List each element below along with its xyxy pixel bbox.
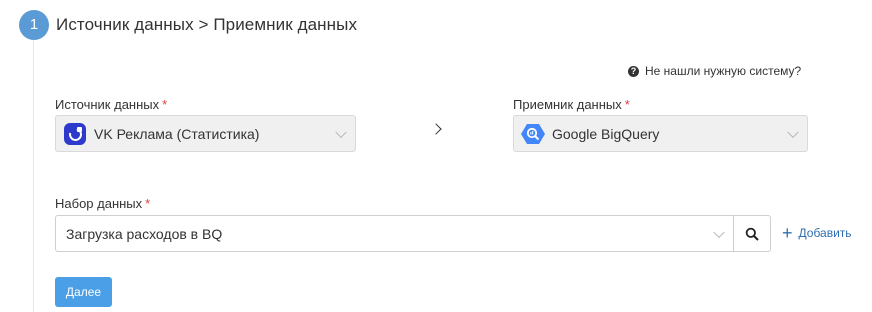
destination-select[interactable]: Google BigQuery: [513, 115, 808, 152]
step-connector-line: [33, 40, 34, 312]
source-label-text: Источник данных: [55, 97, 160, 112]
search-icon: [745, 227, 759, 241]
help-link[interactable]: ? Не нашли нужную систему?: [628, 64, 801, 78]
help-link-text[interactable]: Не нашли нужную систему?: [645, 64, 801, 78]
required-mark: *: [145, 196, 151, 211]
vk-ads-icon: [64, 122, 86, 145]
dataset-select[interactable]: Загрузка расходов в BQ: [55, 215, 734, 252]
next-button[interactable]: Далее: [55, 277, 112, 307]
dataset-search-button[interactable]: [733, 215, 771, 252]
add-dataset-text[interactable]: Добавить: [799, 226, 852, 240]
chevron-down-icon: [335, 126, 347, 138]
source-select[interactable]: VK Реклама (Статистика): [55, 115, 356, 152]
plus-icon: +: [782, 223, 793, 243]
destination-label-text: Приемник данных: [513, 97, 622, 112]
chevron-down-icon: [787, 126, 799, 138]
chevron-down-icon: [713, 226, 725, 238]
source-select-value: VK Реклама (Статистика): [94, 125, 260, 142]
dataset-select-value: Загрузка расходов в BQ: [66, 225, 223, 242]
step-title: Источник данных > Приемник данных: [56, 15, 358, 34]
destination-select-value: Google BigQuery: [552, 125, 660, 142]
source-label: Источник данных *: [55, 97, 167, 112]
question-circle-icon: ?: [628, 65, 639, 77]
step-number-badge: 1: [19, 10, 49, 40]
add-dataset-link[interactable]: + Добавить: [782, 223, 852, 243]
destination-label: Приемник данных *: [513, 97, 630, 112]
bigquery-icon: [521, 123, 545, 144]
chevron-right-icon: [430, 123, 442, 135]
required-mark: *: [162, 97, 168, 112]
dataset-label-text: Набор данных: [55, 196, 143, 211]
dataset-label: Набор данных *: [55, 196, 150, 211]
required-mark: *: [624, 97, 630, 112]
